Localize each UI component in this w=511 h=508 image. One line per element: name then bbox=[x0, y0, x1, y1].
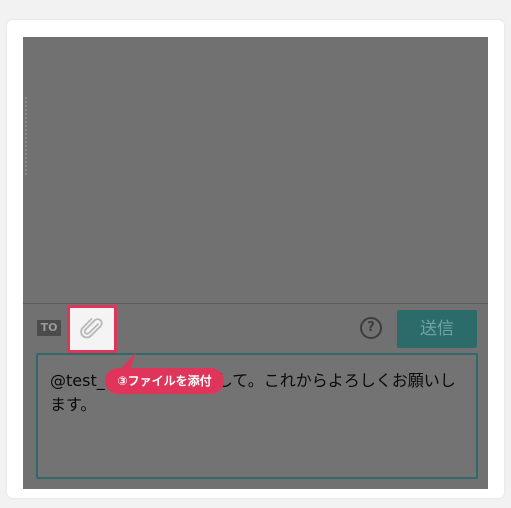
message-timeline[interactable] bbox=[23, 37, 488, 303]
toolbar-divider bbox=[23, 303, 488, 304]
attach-file-button[interactable] bbox=[67, 305, 117, 353]
timeline-resize-handle[interactable] bbox=[25, 97, 27, 177]
to-button[interactable]: TO bbox=[37, 320, 61, 336]
send-button[interactable]: 送信 bbox=[397, 310, 477, 348]
attach-file-tooltip: ③ファイルを添付 bbox=[105, 368, 224, 394]
chat-panel: TO ? 送信 @test_さんへ、初めまして。これからよろしくお願いします。 bbox=[23, 37, 488, 489]
help-button[interactable]: ? bbox=[360, 317, 382, 339]
paperclip-icon bbox=[80, 318, 103, 339]
message-input[interactable]: @test_さんへ、初めまして。これからよろしくお願いします。 bbox=[36, 353, 478, 479]
